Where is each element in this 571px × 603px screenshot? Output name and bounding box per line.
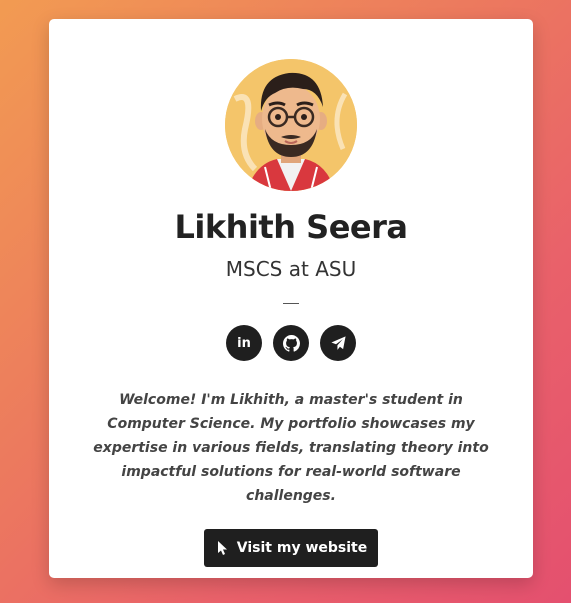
telegram-button[interactable]: [320, 325, 356, 361]
github-icon: [282, 334, 300, 352]
social-links: in: [226, 325, 356, 361]
profile-subtitle: MSCS at ASU: [225, 257, 357, 281]
linkedin-button[interactable]: in: [226, 325, 262, 361]
profile-bio: Welcome! I'm Likhith, a master's student…: [93, 392, 489, 504]
github-button[interactable]: [273, 325, 309, 361]
profile-name: Likhith Seera: [174, 208, 408, 246]
visit-website-button[interactable]: Visit my website: [203, 529, 379, 567]
visit-website-label: Visit my website: [236, 540, 368, 556]
linkedin-icon: in: [237, 335, 251, 351]
avatar: [225, 59, 357, 191]
avatar-illustration: [225, 59, 357, 191]
pointer-cursor-icon: [217, 541, 227, 555]
divider: [283, 303, 299, 304]
telegram-icon: [330, 335, 346, 350]
profile-card: Likhith Seera MSCS at ASU in Welcome! I'…: [49, 19, 533, 578]
